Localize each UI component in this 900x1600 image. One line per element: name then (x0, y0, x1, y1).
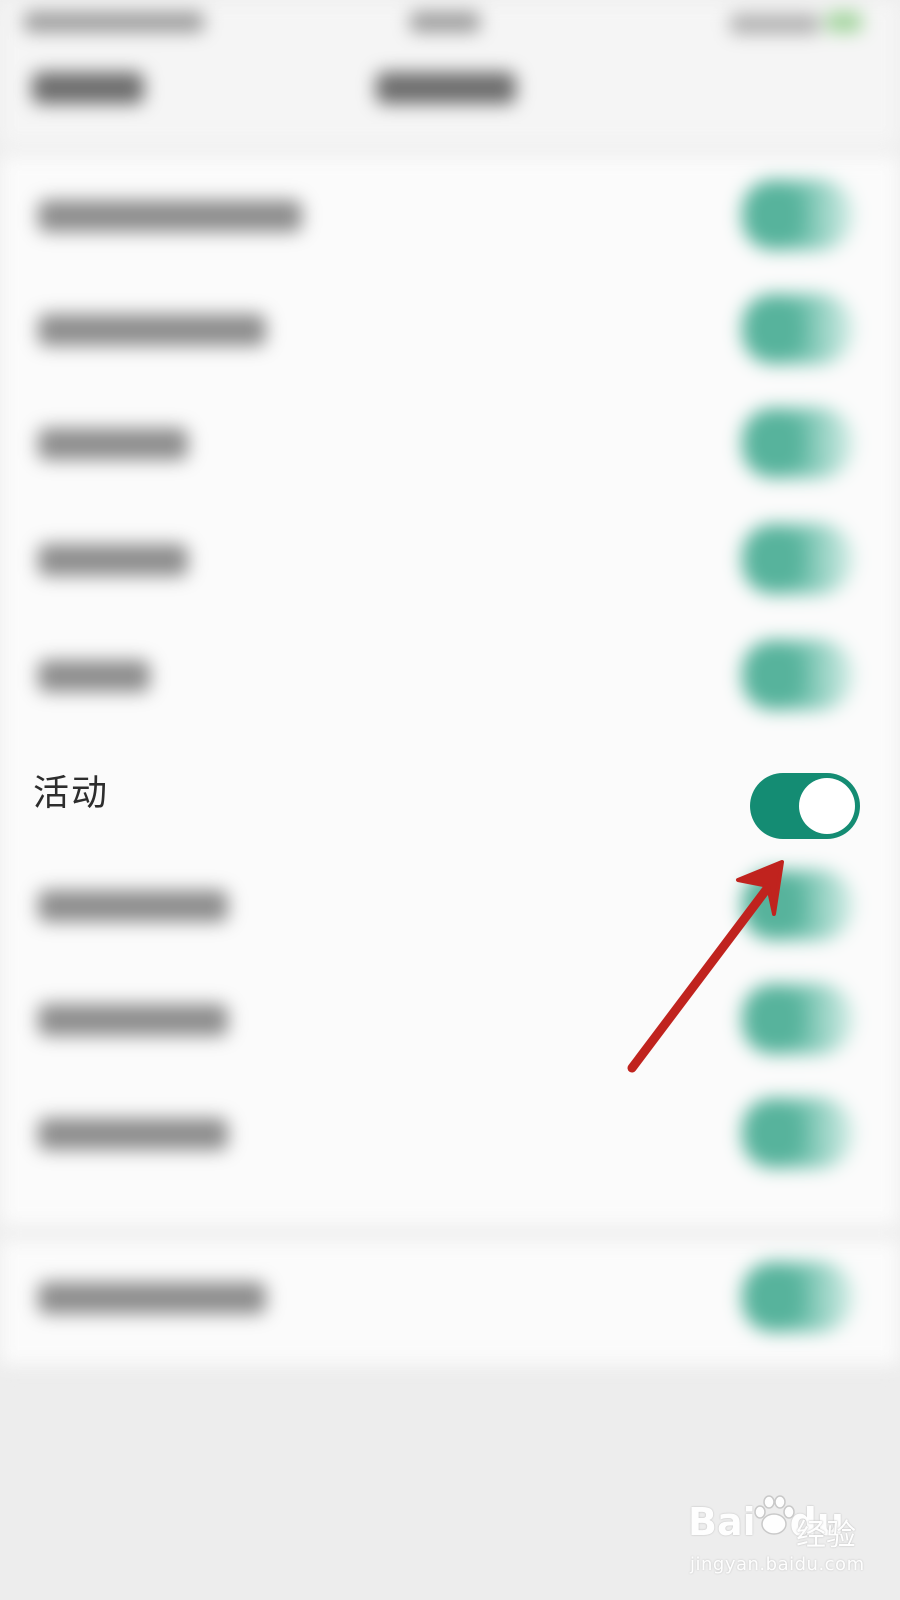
toggle-knob (799, 778, 855, 834)
status-bar (0, 0, 900, 46)
settings-list-secondary (0, 1240, 900, 1365)
paw-icon (754, 1495, 795, 1535)
settings-list (0, 156, 900, 1226)
app-screen: 活动 Bai du 经验 jingyan.baidu.com (0, 0, 900, 1600)
activity-toggle[interactable] (750, 773, 860, 839)
baidu-jingyan-watermark: Bai du 经验 jingyan.baidu.com (688, 1495, 888, 1590)
settings-row-activity: 活动 (0, 740, 900, 860)
navigation-bar (0, 46, 900, 146)
watermark-url: jingyan.baidu.com (690, 1554, 865, 1575)
watermark-cn: 经验 (796, 1518, 856, 1553)
settings-row-label: 活动 (33, 773, 110, 814)
